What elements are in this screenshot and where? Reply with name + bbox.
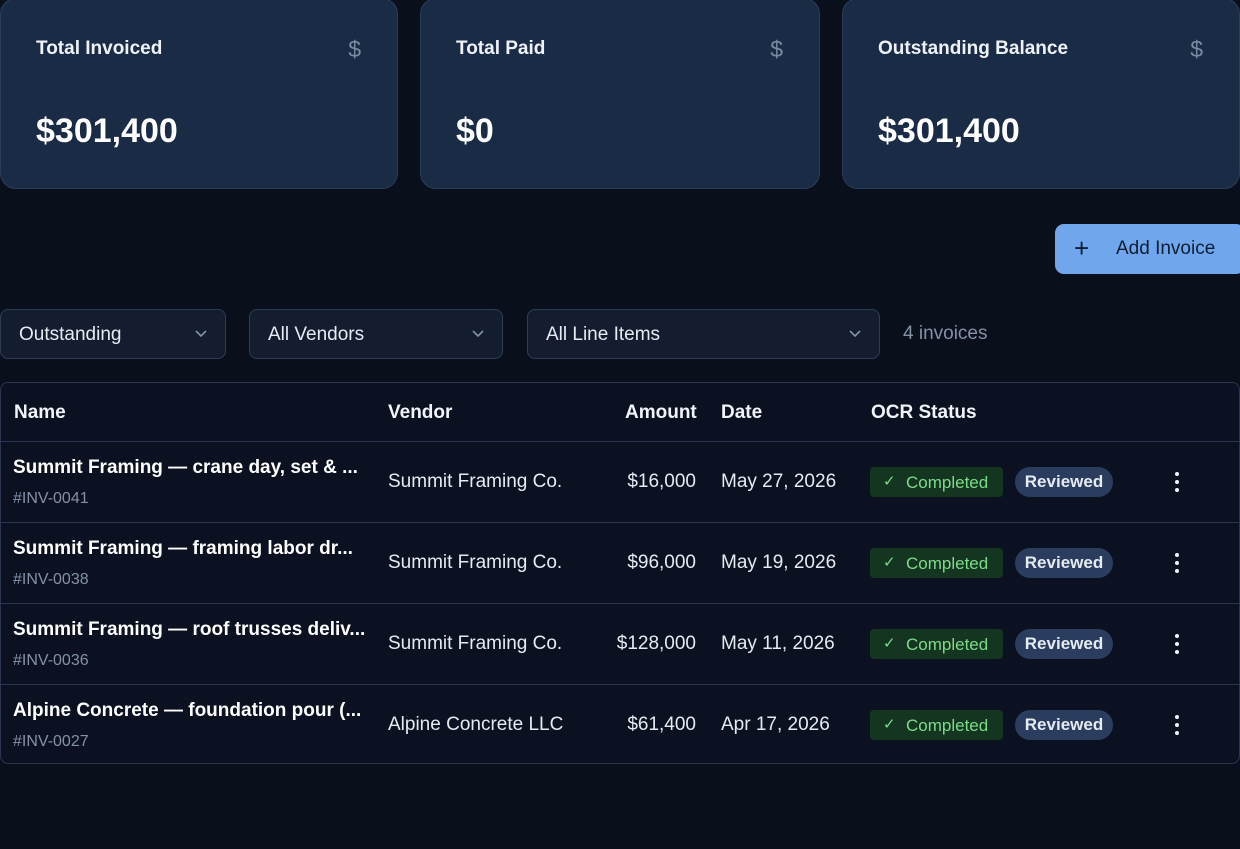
invoice-vendor: Summit Framing Co. [388,552,563,573]
plus-icon: + [1074,233,1090,263]
invoice-count: 4 invoices [903,323,988,344]
card-title: Outstanding Balance [878,38,1069,59]
invoices-page: Total Invoiced $ $301,400 Total Paid $ $… [0,0,1240,849]
dollar-icon: $ [1190,36,1203,62]
table-header: Name Vendor Amount Date OCR Status [1,383,1239,442]
summary-cards: Total Invoiced $ $301,400 Total Paid $ $… [0,0,1240,189]
column-header-name[interactable]: Name [14,402,66,424]
invoice-name[interactable]: Summit Framing — crane day, set & ... [13,457,358,479]
invoice-amount: $61,400 [627,714,696,735]
column-header-date[interactable]: Date [721,402,762,424]
dollar-icon: $ [770,36,783,62]
reviewed-badge: Reviewed [1015,710,1113,740]
dollar-icon: $ [348,36,361,62]
invoice-name[interactable]: Summit Framing — framing labor dr... [13,538,353,560]
total-paid-card: Total Paid $ $0 [420,0,820,189]
more-options-icon[interactable] [1169,632,1185,656]
invoice-vendor: Alpine Concrete LLC [388,714,564,735]
invoice-date: Apr 17, 2026 [721,714,830,735]
invoice-id: #INV-0027 [13,733,89,750]
total-invoiced-card: Total Invoiced $ $301,400 [0,0,398,189]
card-title: Total Invoiced [36,38,163,59]
line-items-filter-select[interactable]: All Line Items [527,309,880,359]
invoice-id: #INV-0038 [13,571,89,588]
ocr-status-text: Completed [906,635,989,654]
column-header-ocr-status[interactable]: OCR Status [871,402,977,424]
ocr-completed-badge: ✓ Completed [870,629,1003,659]
status-filter-value: Outstanding [19,324,122,345]
check-icon: ✓ [883,554,896,571]
outstanding-balance-card: Outstanding Balance $ $301,400 [842,0,1240,189]
card-value: $0 [456,112,494,150]
invoices-table: Name Vendor Amount Date OCR Status Summi… [0,382,1240,764]
table-row[interactable]: Alpine Concrete — foundation pour (... #… [1,685,1239,763]
chevron-down-icon [472,330,484,338]
ocr-completed-badge: ✓ Completed [870,548,1003,578]
invoice-amount: $16,000 [627,471,696,492]
chevron-down-icon [195,330,207,338]
chevron-down-icon [849,330,861,338]
table-row[interactable]: Summit Framing — framing labor dr... #IN… [1,523,1239,604]
invoice-date: May 11, 2026 [721,633,835,654]
column-header-amount[interactable]: Amount [625,402,697,424]
invoice-id: #INV-0036 [13,652,89,669]
check-icon: ✓ [883,473,896,490]
card-title: Total Paid [456,38,546,59]
reviewed-badge: Reviewed [1015,548,1113,578]
more-options-icon[interactable] [1169,551,1185,575]
check-icon: ✓ [883,716,896,733]
ocr-completed-badge: ✓ Completed [870,710,1003,740]
invoice-vendor: Summit Framing Co. [388,471,563,492]
invoice-id: #INV-0041 [13,490,89,507]
ocr-completed-badge: ✓ Completed [870,467,1003,497]
card-value: $301,400 [878,112,1020,150]
invoice-amount: $96,000 [627,552,696,573]
add-invoice-label: Add Invoice [1116,238,1216,259]
invoice-vendor: Summit Framing Co. [388,633,563,654]
vendor-filter-select[interactable]: All Vendors [249,309,503,359]
invoice-date: May 27, 2026 [721,471,837,492]
card-value: $301,400 [36,112,178,150]
invoice-name[interactable]: Alpine Concrete — foundation pour (... [13,700,361,722]
table-row[interactable]: Summit Framing — roof trusses deliv... #… [1,604,1239,685]
ocr-status-text: Completed [906,473,989,492]
vendor-filter-value: All Vendors [268,324,365,345]
invoice-date: May 19, 2026 [721,552,837,573]
add-invoice-button[interactable]: + Add Invoice [1055,224,1240,274]
reviewed-badge: Reviewed [1015,629,1113,659]
more-options-icon[interactable] [1169,713,1185,737]
ocr-status-text: Completed [906,716,989,735]
status-filter-select[interactable]: Outstanding [0,309,226,359]
table-row[interactable]: Summit Framing — crane day, set & ... #I… [1,442,1239,523]
column-header-vendor[interactable]: Vendor [388,402,452,424]
invoice-amount: $128,000 [616,633,696,654]
more-options-icon[interactable] [1169,470,1185,494]
check-icon: ✓ [883,635,896,652]
ocr-status-text: Completed [906,554,989,573]
invoice-name[interactable]: Summit Framing — roof trusses deliv... [13,619,365,641]
reviewed-badge: Reviewed [1015,467,1113,497]
line-items-filter-value: All Line Items [546,324,661,345]
